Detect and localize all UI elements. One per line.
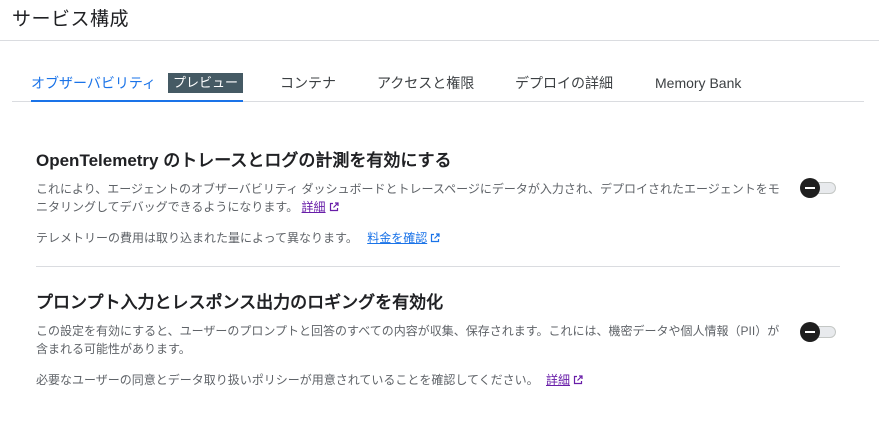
tab-observability-label: オブザーバビリティ	[31, 74, 157, 91]
tab-memory-bank[interactable]: Memory Bank	[655, 64, 741, 101]
prompt-logging-details-link-label: 詳細	[546, 373, 571, 387]
pricing-link[interactable]: 料金を確認	[367, 231, 440, 245]
section-divider	[36, 266, 840, 267]
tab-deploy-details-label: デプロイの詳細	[515, 74, 613, 91]
otel-details-link-label: 詳細	[301, 200, 326, 214]
tab-access-permissions-label: アクセスと権限	[377, 74, 475, 91]
tab-observability[interactable]: オブザーバビリティ プレビュー	[31, 64, 244, 102]
toggle-thumb	[800, 322, 820, 342]
tab-bar: オブザーバビリティ プレビュー コンテナ アクセスと権限 デプロイの詳細 Mem…	[12, 64, 864, 102]
external-link-icon	[329, 202, 339, 212]
prompt-logging-consent-text: 必要なユーザーの同意とデータ取り扱いポリシーが用意されていることを確認してくださ…	[36, 373, 539, 387]
tab-container[interactable]: コンテナ	[280, 64, 336, 101]
prompt-logging-details-link[interactable]: 詳細	[546, 373, 583, 387]
otel-cost-note: テレメトリーの費用は取り込まれた量によって異なります。 料金を確認	[36, 229, 440, 247]
prompt-logging-toggle[interactable]	[800, 322, 836, 342]
tab-deploy-details[interactable]: デプロイの詳細	[515, 64, 613, 101]
prompt-logging-heading: プロンプト入力とレスポンス出力のロギングを有効化	[36, 293, 444, 312]
external-link-icon	[573, 375, 583, 385]
otel-toggle[interactable]	[800, 178, 836, 198]
preview-badge: プレビュー	[168, 72, 244, 93]
otel-cost-note-text: テレメトリーの費用は取り込まれた量によって異なります。	[36, 231, 358, 245]
external-link-icon	[431, 233, 440, 243]
title-divider	[0, 40, 879, 41]
page-title: サービス構成	[12, 9, 130, 30]
prompt-logging-description: この設定を有効にすると、ユーザーのプロンプトと回答のすべての内容が収集、保存され…	[36, 324, 780, 356]
otel-section: OpenTelemetry のトレースとログの計測を有効にする これにより、エー…	[36, 151, 841, 216]
otel-heading: OpenTelemetry のトレースとログの計測を有効にする	[36, 151, 452, 170]
otel-details-link[interactable]: 詳細	[302, 200, 339, 214]
pricing-link-label: 料金を確認	[367, 231, 428, 245]
tab-access-permissions[interactable]: アクセスと権限	[377, 64, 474, 101]
service-config-page: サービス構成 オブザーバビリティ プレビュー コンテナ アクセスと権限 デプロイ…	[0, 0, 879, 424]
toggle-thumb	[800, 178, 820, 198]
tab-container-label: コンテナ	[280, 74, 336, 91]
prompt-logging-consent-note: 必要なユーザーの同意とデータ取り扱いポリシーが用意されていることを確認してくださ…	[36, 371, 583, 389]
prompt-logging-section: プロンプト入力とレスポンス出力のロギングを有効化 この設定を有効にすると、ユーザ…	[36, 293, 841, 358]
tab-memory-bank-label: Memory Bank	[655, 74, 742, 91]
otel-description-text: これにより、エージェントのオブザーバビリティ ダッシュボードとトレースページにデ…	[36, 182, 780, 214]
otel-description: これにより、エージェントのオブザーバビリティ ダッシュボードとトレースページにデ…	[36, 180, 786, 216]
